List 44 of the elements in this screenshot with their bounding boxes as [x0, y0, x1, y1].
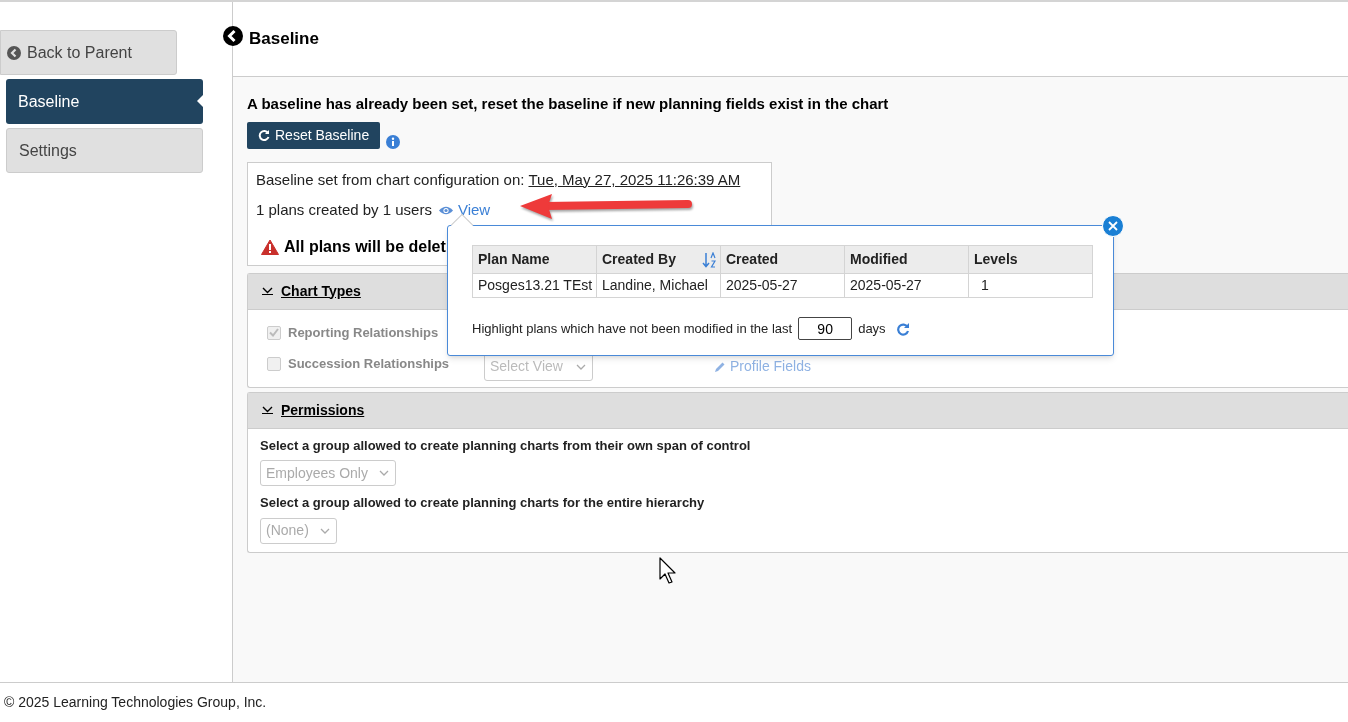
field-label: Select a group allowed to create planning charts for the entire hierarchy: [260, 494, 706, 512]
back-icon: [7, 45, 21, 60]
table-cell: Posges13.21 TEst: [472, 273, 597, 298]
column-header[interactable]: Levels: [968, 245, 1093, 274]
option-label: Succession Relationships: [288, 354, 451, 373]
info-icon[interactable]: [386, 134, 401, 149]
days-input[interactable]: 90: [798, 317, 853, 340]
chevron-icon: [262, 287, 273, 295]
sidebar-tab[interactable]: Settings: [6, 128, 203, 173]
collapse-icon[interactable]: [223, 26, 243, 46]
refresh-icon: [258, 129, 270, 141]
refresh-icon[interactable]: [895, 321, 910, 336]
warning-icon: [261, 238, 279, 255]
chevron-icon: [262, 406, 273, 414]
page-title: Baseline: [249, 28, 319, 51]
table-cell: 2025-05-27: [844, 273, 969, 298]
table-cell: 2025-05-27: [720, 273, 845, 298]
reset-baseline-button[interactable]: Reset Baseline: [247, 121, 381, 149]
sort-icon[interactable]: [702, 251, 716, 268]
delete-warning: All plans will be delet: [284, 236, 446, 257]
plans-summary: 1 plans created by 1 users: [256, 200, 432, 220]
column-header[interactable]: Created By: [596, 245, 721, 274]
field-label: Select a group allowed to create planning charts from their own span of control: [260, 436, 752, 455]
table-cell: 1: [968, 273, 1093, 298]
check-icon: [269, 328, 279, 337]
checkbox[interactable]: [267, 325, 281, 340]
table-cell: Landine, Michael: [596, 273, 721, 298]
baseline-date: Tue, May 27, 2025 11:26:39 AM: [528, 169, 741, 190]
close-icon: [1108, 221, 1118, 231]
column-header[interactable]: Created: [720, 245, 845, 274]
sidebar-tab[interactable]: Baseline: [6, 79, 203, 124]
eye-icon: [437, 204, 454, 216]
section-header[interactable]: Permissions: [248, 392, 1348, 429]
view-link[interactable]: View: [437, 199, 491, 222]
highlight-label: Highlight plans which have not been modified in the last: [472, 319, 793, 338]
pencil-icon: [714, 360, 726, 373]
baseline-set-label: Baseline set from chart configuration on:: [256, 169, 525, 190]
back-button[interactable]: Back to Parent: [0, 30, 177, 75]
days-label: days: [858, 319, 886, 338]
checkbox[interactable]: [267, 356, 281, 371]
column-header[interactable]: Plan Name: [472, 245, 597, 274]
column-header[interactable]: Modified: [844, 245, 969, 274]
copyright-text: © 2025 Learning Technologies Group, Inc.: [4, 693, 267, 712]
baseline-notice: A baseline has already been set, reset the baseline if new planning fields exist in the chart: [247, 94, 890, 114]
